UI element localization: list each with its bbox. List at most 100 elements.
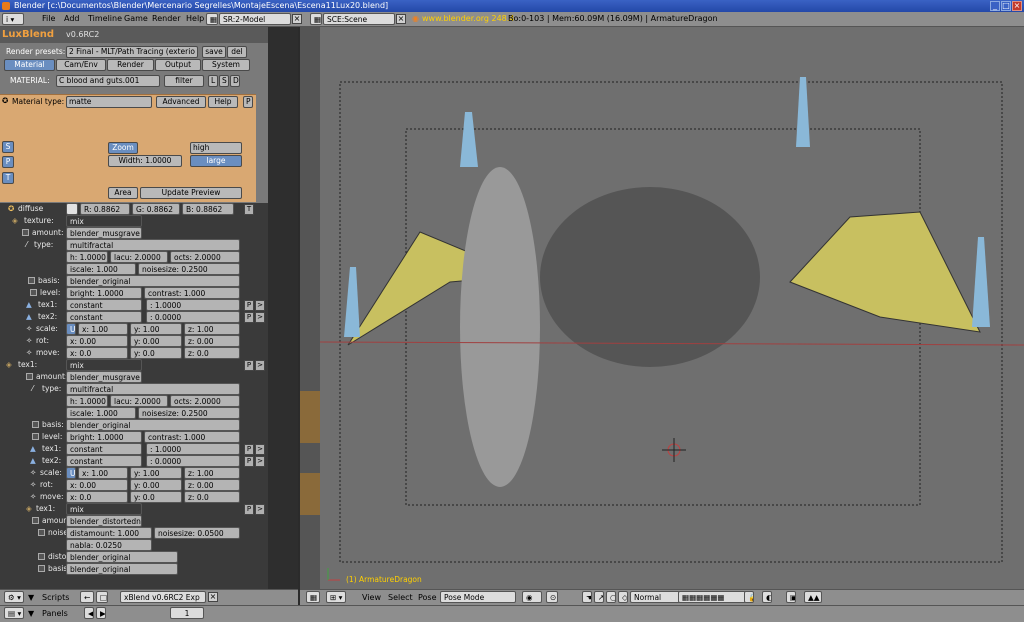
move-x-field[interactable]: x: 0.0	[66, 347, 128, 359]
scale-2-x-field[interactable]: x: 1.00	[78, 467, 128, 479]
level-checkbox[interactable]	[30, 289, 37, 296]
panels-collapse-icon[interactable]: ▼	[28, 608, 34, 620]
minimize-button[interactable]: _	[990, 1, 1000, 11]
zoom-button[interactable]: Zoom	[108, 142, 138, 154]
manipulator-translate-icon[interactable]: ↗	[594, 591, 604, 603]
tex1-2-p-button[interactable]: P	[244, 444, 254, 455]
rot-x-field[interactable]: x: 0.00	[66, 335, 128, 347]
view-editor-select[interactable]: ⊞ ▾	[326, 591, 346, 603]
panel-prev-icon[interactable]: ◀	[84, 607, 94, 619]
scripts-menu[interactable]: Scripts	[42, 592, 69, 604]
preview-area-button[interactable]: Area	[108, 187, 138, 199]
material-select[interactable]: C blood and guts.001	[56, 75, 160, 87]
octs-2-field[interactable]: octs: 2.0000	[170, 395, 240, 407]
scene-name-field[interactable]: SCE:Scene	[323, 13, 395, 25]
h-2-field[interactable]: h: 1.0000	[66, 395, 108, 407]
tab-system[interactable]: System	[202, 59, 250, 71]
noisesize-field[interactable]: noisesize: 0.2500	[138, 263, 240, 275]
pose-menu[interactable]: Pose	[418, 592, 437, 604]
screen-name-field[interactable]: SR:2-Model	[219, 13, 291, 25]
tex1-p-button[interactable]: P	[244, 300, 254, 311]
preset-save-button[interactable]: save	[202, 46, 226, 58]
basis-2-checkbox[interactable]	[32, 421, 39, 428]
buttons-window-type[interactable]: ▤ ▾	[4, 607, 24, 619]
distort-select[interactable]: blender_original	[66, 551, 178, 563]
tex1-select[interactable]: constant	[66, 299, 142, 311]
preview-size-button[interactable]: large	[190, 155, 242, 167]
scale-2-uniform-toggle[interactable]: U	[66, 467, 76, 479]
scale-2-z-field[interactable]: z: 1.00	[184, 467, 240, 479]
bright-field[interactable]: bright: 1.0000	[66, 287, 142, 299]
amount-3-select[interactable]: blender_distortedn	[66, 515, 142, 527]
scripts-window-type[interactable]: ⚙ ▾	[4, 591, 24, 603]
amount-2-checkbox[interactable]	[26, 373, 33, 380]
type-2-select[interactable]: multifractal	[66, 383, 240, 395]
distort-checkbox[interactable]	[38, 553, 45, 560]
manipulator-hand-icon[interactable]: ☚	[582, 591, 592, 603]
move-2-x-field[interactable]: x: 0.0	[66, 491, 128, 503]
rot-y-field[interactable]: y: 0.00	[130, 335, 182, 347]
window-type-selector[interactable]: i ▾	[2, 13, 24, 25]
diffuse-t-button[interactable]: T	[244, 204, 254, 215]
amount-checkbox[interactable]	[22, 229, 29, 236]
tab-cam-env[interactable]: Cam/Env	[56, 59, 106, 71]
tex1-2-select[interactable]: constant	[66, 443, 142, 455]
maximize-button[interactable]: □	[1001, 1, 1011, 11]
menu-help[interactable]: Help	[186, 13, 204, 25]
tex2-2-arrow-button[interactable]: >	[255, 456, 265, 467]
layer-buttons[interactable]: ▦▦▦▦▦▦	[678, 591, 746, 603]
mode-select[interactable]: Pose Mode	[440, 591, 516, 603]
scale-uniform-toggle[interactable]: U	[66, 323, 76, 335]
tab-output[interactable]: Output	[155, 59, 201, 71]
contrast-field[interactable]: contrast: 1.000	[144, 287, 240, 299]
diffuse-color-swatch[interactable]	[66, 203, 78, 215]
basis-2-select[interactable]: blender_original	[66, 419, 240, 431]
nabla-field[interactable]: nabla: 0.0250	[66, 539, 152, 551]
rot-z-field[interactable]: z: 0.00	[184, 335, 240, 347]
scale-z-field[interactable]: z: 1.00	[184, 323, 240, 335]
preview-p-button[interactable]: P	[2, 156, 14, 168]
draw-type-select[interactable]: ◉	[522, 591, 542, 603]
h-field[interactable]: h: 1.0000	[66, 251, 108, 263]
tex2-2-p-button[interactable]: P	[244, 456, 254, 467]
tex1-mix-arrow-button[interactable]: >	[255, 360, 265, 371]
preview-width-field[interactable]: Width: 1.0000	[108, 155, 182, 167]
advanced-button[interactable]: Advanced	[156, 96, 206, 108]
delete-scene-icon[interactable]: ×	[396, 14, 406, 24]
screen-browse-icon[interactable]: ▦	[206, 13, 218, 25]
help-button[interactable]: Help	[208, 96, 238, 108]
menu-render[interactable]: Render	[152, 13, 180, 25]
basis-checkbox[interactable]	[28, 277, 35, 284]
render-preset-select[interactable]: 2 Final - MLT/Path Tracing (exterio	[66, 46, 198, 58]
move-y-field[interactable]: y: 0.0	[130, 347, 182, 359]
tex1-2-value-field[interactable]: : 1.0000	[146, 443, 240, 455]
scale-x-field[interactable]: x: 1.00	[78, 323, 128, 335]
menu-timeline[interactable]: Timeline	[88, 13, 122, 25]
lock-icon[interactable]: 🔒	[744, 591, 754, 603]
tab-material[interactable]: Material	[4, 59, 55, 71]
rot-2-x-field[interactable]: x: 0.00	[66, 479, 128, 491]
manipulator-scale-icon[interactable]: ◇	[618, 591, 628, 603]
lacu-2-field[interactable]: lacu: 2.0000	[110, 395, 168, 407]
noisesize-2-field[interactable]: noisesize: 0.2500	[138, 407, 240, 419]
panel-next-icon[interactable]: ▶	[96, 607, 106, 619]
basis-3-checkbox[interactable]	[38, 565, 45, 572]
diffuse-g-field[interactable]: G: 0.8862	[132, 203, 180, 215]
move-z-field[interactable]: z: 0.0	[184, 347, 240, 359]
diffuse-r-field[interactable]: R: 0.8862	[80, 203, 130, 215]
distamount-field[interactable]: distamount: 1.000	[66, 527, 152, 539]
material-type-select[interactable]: matte	[66, 96, 152, 108]
tex2-value-field[interactable]: : 0.0000	[146, 311, 240, 323]
tex2-2-select[interactable]: constant	[66, 455, 142, 467]
rot-2-y-field[interactable]: y: 0.00	[130, 479, 182, 491]
preset-del-button[interactable]: del	[227, 46, 247, 58]
scripts-browse-icon[interactable]: □	[96, 591, 108, 603]
script-close-icon[interactable]: ×	[208, 592, 218, 602]
scene-browse-icon[interactable]: ▦	[310, 13, 322, 25]
octs-field[interactable]: octs: 2.0000	[170, 251, 240, 263]
type-select[interactable]: multifractal	[66, 239, 240, 251]
material-s-button[interactable]: S	[219, 75, 229, 87]
scrollbar-track[interactable]	[268, 27, 298, 589]
amount-2-select[interactable]: blender_musgrave	[66, 371, 142, 383]
material-d-button[interactable]: D	[230, 75, 240, 87]
